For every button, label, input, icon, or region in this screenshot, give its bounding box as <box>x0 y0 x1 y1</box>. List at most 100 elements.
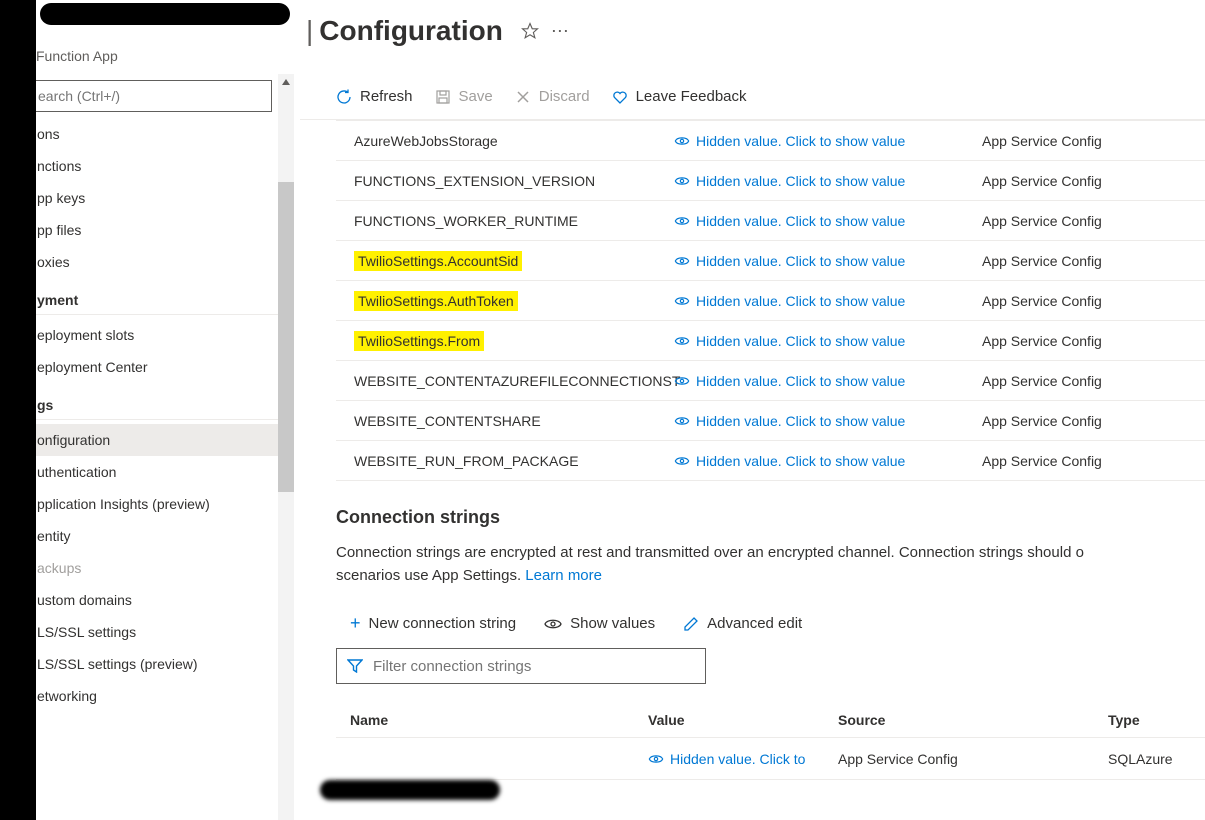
save-icon <box>435 89 451 105</box>
sidebar-item[interactable]: LS/SSL settings (preview) <box>29 648 280 680</box>
sidebar-item[interactable]: oxies <box>29 246 280 278</box>
connection-strings-desc: Connection strings are encrypted at rest… <box>336 542 1205 587</box>
eye-icon <box>544 618 562 630</box>
setting-source: App Service Config <box>982 173 1205 189</box>
filter-connection-strings[interactable] <box>336 648 706 684</box>
refresh-label: Refresh <box>360 88 413 105</box>
more-icon[interactable]: ⋯ <box>551 21 569 42</box>
highlighted-name: TwilioSettings.AccountSid <box>354 251 522 271</box>
cs-row-source: App Service Config <box>838 751 1108 767</box>
app-setting-row[interactable]: WEBSITE_CONTENTAZUREFILECONNECTIONSTHidd… <box>336 361 1205 401</box>
setting-source: App Service Config <box>982 333 1205 349</box>
refresh-button[interactable]: Refresh <box>336 88 413 105</box>
sidebar-item[interactable]: LS/SSL settings <box>29 616 280 648</box>
setting-value[interactable]: Hidden value. Click to show value <box>674 373 982 389</box>
filter-input[interactable] <box>373 658 695 675</box>
eye-icon <box>674 176 690 186</box>
page-title: Configuration <box>319 15 503 47</box>
setting-name: AzureWebJobsStorage <box>336 133 674 149</box>
sidebar-item: ackups <box>29 552 280 584</box>
header-separator: | <box>306 15 313 47</box>
setting-name: TwilioSettings.From <box>336 331 674 351</box>
app-settings-table: AzureWebJobsStorageHidden value. Click t… <box>336 120 1205 481</box>
setting-value[interactable]: Hidden value. Click to show value <box>674 133 982 149</box>
app-setting-row[interactable]: WEBSITE_CONTENTSHAREHidden value. Click … <box>336 401 1205 441</box>
advanced-edit-button[interactable]: Advanced edit <box>683 615 802 632</box>
eye-icon <box>674 416 690 426</box>
setting-value[interactable]: Hidden value. Click to show value <box>674 253 982 269</box>
app-setting-row[interactable]: TwilioSettings.FromHidden value. Click t… <box>336 321 1205 361</box>
discard-button: Discard <box>515 88 590 105</box>
sidebar-item[interactable]: onfiguration <box>29 424 280 456</box>
feedback-button[interactable]: Leave Feedback <box>612 88 747 105</box>
connection-strings-header-row: Name Value Source Type <box>336 702 1205 738</box>
setting-source: App Service Config <box>982 413 1205 429</box>
setting-value[interactable]: Hidden value. Click to show value <box>674 413 982 429</box>
setting-source: App Service Config <box>982 133 1205 149</box>
sidebar-item[interactable]: uthentication <box>29 456 280 488</box>
save-label: Save <box>459 88 493 105</box>
connection-strings-heading: Connection strings <box>336 507 1205 528</box>
command-bar: Refresh Save Discard Leave Feedback <box>300 74 1205 120</box>
sidebar-item[interactable]: pp files <box>29 214 280 246</box>
eye-icon <box>674 256 690 266</box>
app-setting-row[interactable]: TwilioSettings.AccountSid Hidden value. C… <box>336 241 1205 281</box>
app-setting-row[interactable]: AzureWebJobsStorageHidden value. Click t… <box>336 121 1205 161</box>
setting-value[interactable]: Hidden value. Click to show value <box>674 293 982 309</box>
sidebar-item[interactable]: eployment slots <box>29 319 280 351</box>
eye-icon <box>674 136 690 146</box>
cs-header-value: Value <box>648 712 838 728</box>
setting-name: TwilioSettings.AccountSid <box>336 251 674 271</box>
setting-name: WEBSITE_CONTENTAZUREFILECONNECTIONST <box>336 373 674 389</box>
setting-value[interactable]: Hidden value. Click to show value <box>674 453 982 469</box>
setting-value[interactable]: Hidden value. Click to show value <box>674 213 982 229</box>
connection-string-row[interactable]: Hidden value. Click to App Service Confi… <box>336 738 1205 780</box>
scrollbar-up-icon[interactable] <box>278 74 294 90</box>
save-button: Save <box>435 88 493 105</box>
eye-icon <box>674 296 690 306</box>
sidebar: onsnctionspp keyspp filesoxiesymenteploy… <box>29 74 281 820</box>
redaction-left <box>0 0 36 820</box>
connection-strings-toolbar: + New connection string Show values Adva… <box>350 613 1205 634</box>
feedback-label: Leave Feedback <box>636 88 747 105</box>
cs-row-type: SQLAzure <box>1108 751 1205 767</box>
sidebar-item[interactable]: ustom domains <box>29 584 280 616</box>
sidebar-scrollbar[interactable] <box>278 74 294 820</box>
sidebar-item[interactable]: etworking <box>29 680 280 712</box>
discard-label: Discard <box>539 88 590 105</box>
sidebar-item[interactable]: pplication Insights (preview) <box>29 488 280 520</box>
eye-icon <box>648 754 664 764</box>
setting-source: App Service Config <box>982 213 1205 229</box>
setting-name: TwilioSettings.AuthToken <box>336 291 674 311</box>
setting-value[interactable]: Hidden value. Click to show value <box>674 173 982 189</box>
sidebar-item[interactable]: ons <box>29 118 280 150</box>
show-values-button[interactable]: Show values <box>544 615 655 632</box>
eye-icon <box>674 216 690 226</box>
setting-value[interactable]: Hidden value. Click to show value <box>674 333 982 349</box>
app-setting-row[interactable]: WEBSITE_RUN_FROM_PACKAGEHidden value. Cl… <box>336 441 1205 481</box>
eye-icon <box>674 336 690 346</box>
filter-icon <box>347 659 363 673</box>
favorite-icon[interactable] <box>521 22 539 40</box>
app-setting-row[interactable]: TwilioSettings.AuthToken Hidden value. Cl… <box>336 281 1205 321</box>
learn-more-link[interactable]: Learn more <box>525 567 602 584</box>
pencil-icon <box>683 616 699 632</box>
new-connection-string-button[interactable]: + New connection string <box>350 613 516 634</box>
sidebar-item[interactable]: pp keys <box>29 182 280 214</box>
setting-source: App Service Config <box>982 373 1205 389</box>
sidebar-nav: onsnctionspp keyspp filesoxiesymenteploy… <box>29 118 280 712</box>
scrollbar-thumb[interactable] <box>278 182 294 492</box>
sidebar-item[interactable]: nctions <box>29 150 280 182</box>
cs-header-type: Type <box>1108 712 1205 728</box>
setting-source: App Service Config <box>982 453 1205 469</box>
sidebar-search-input[interactable] <box>29 80 272 112</box>
cs-row-value[interactable]: Hidden value. Click to <box>648 751 838 767</box>
app-setting-row[interactable]: FUNCTIONS_EXTENSION_VERSIONHidden value.… <box>336 161 1205 201</box>
setting-source: App Service Config <box>982 293 1205 309</box>
setting-source: App Service Config <box>982 253 1205 269</box>
app-setting-row[interactable]: FUNCTIONS_WORKER_RUNTIMEHidden value. Cl… <box>336 201 1205 241</box>
heart-icon <box>612 89 628 105</box>
highlighted-name: TwilioSettings.AuthToken <box>354 291 518 311</box>
sidebar-item[interactable]: entity <box>29 520 280 552</box>
sidebar-item[interactable]: eployment Center <box>29 351 280 383</box>
